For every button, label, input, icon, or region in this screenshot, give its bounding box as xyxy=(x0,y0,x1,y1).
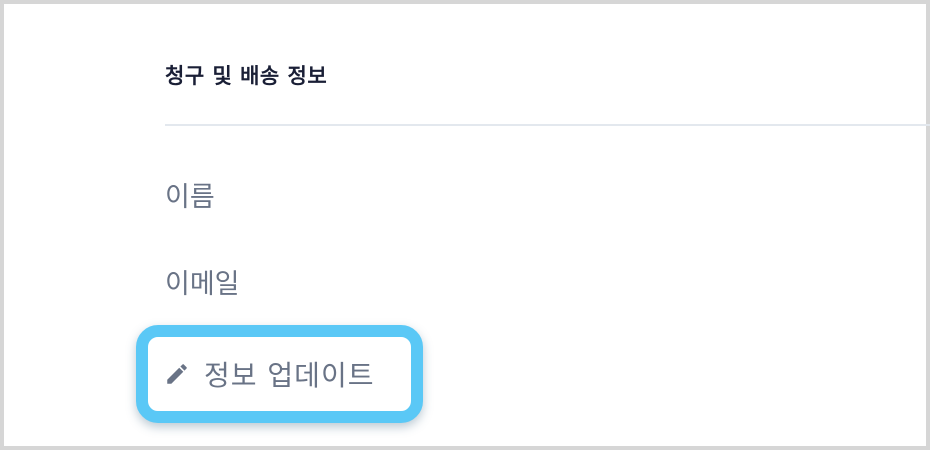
email-label: 이메일 xyxy=(165,269,240,300)
billing-panel: 청구 및 배송 정보 이름 이메일 정보 업데이트 xyxy=(0,0,930,450)
section-title: 청구 및 배송 정보 xyxy=(165,64,328,88)
update-info-label: 정보 업데이트 xyxy=(204,359,375,392)
pencil-icon xyxy=(164,361,190,387)
name-label: 이름 xyxy=(165,182,215,213)
update-info-button[interactable]: 정보 업데이트 xyxy=(136,325,423,423)
divider xyxy=(165,124,930,126)
